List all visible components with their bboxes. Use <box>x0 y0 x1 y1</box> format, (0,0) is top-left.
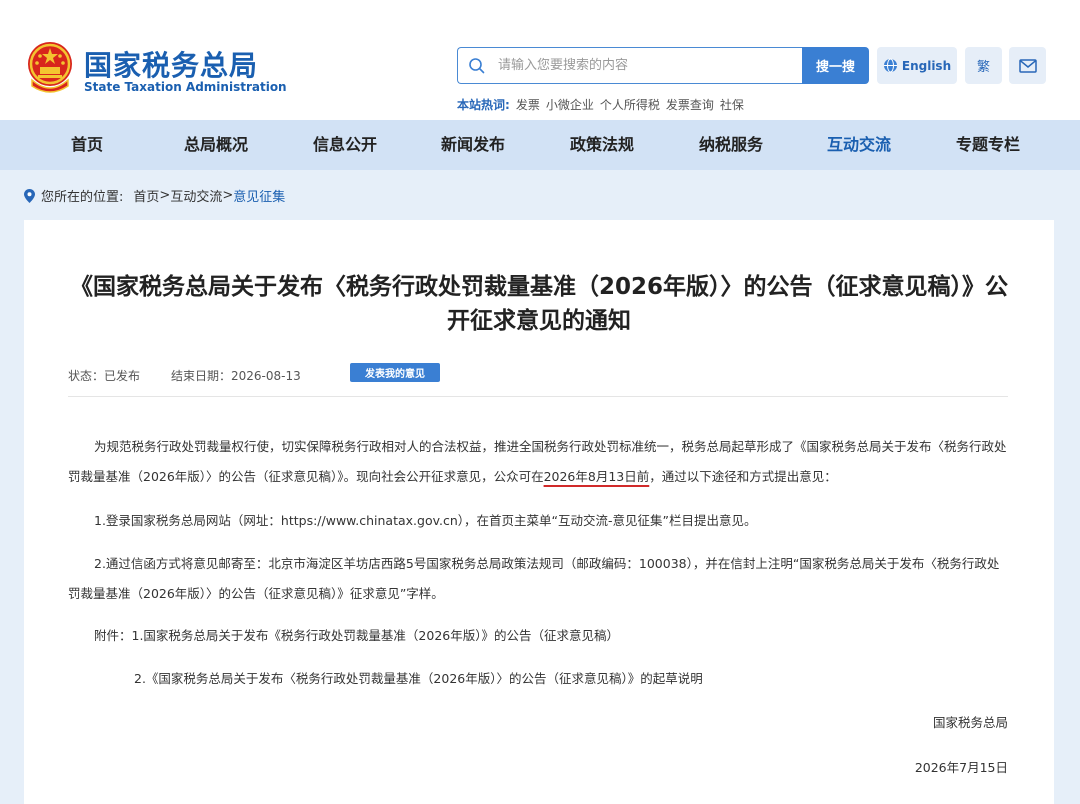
intro-text: 为规范税务行政处罚裁量权行使，切实保障税务行政相对人的合法权益，推进全国税务行政… <box>68 439 1007 484</box>
globe-icon <box>883 58 897 73</box>
national-emblem-icon[interactable] <box>26 40 74 96</box>
hot-word-link[interactable]: 个人所得税 <box>600 96 660 113</box>
hot-words-label: 本站热词: <box>457 98 510 112</box>
breadcrumb-label: 您所在的位置: <box>41 190 124 205</box>
mail-icon <box>1018 58 1037 73</box>
breadcrumb-interaction[interactable]: 互动交流 <box>170 186 222 205</box>
site-header: 国家税务总局 State Taxation Administration 搜一搜… <box>0 0 1080 120</box>
nav-item-news[interactable]: 新闻发布 <box>418 120 528 170</box>
hot-word-link[interactable]: 小微企业 <box>546 96 594 113</box>
search-button[interactable]: 搜一搜 <box>802 47 869 84</box>
search-input[interactable] <box>498 48 802 83</box>
breadcrumb-home[interactable]: 首页 <box>133 186 159 205</box>
traditional-chinese-button[interactable]: 繁 <box>965 47 1002 84</box>
site-name[interactable]: 国家税务总局 <box>84 44 258 84</box>
breadcrumb-separator: > <box>222 188 234 203</box>
search-icon <box>469 57 485 73</box>
end-date-text: 结束日期：2026-08-13 <box>171 369 301 383</box>
nav-item-policy[interactable]: 政策法规 <box>547 120 657 170</box>
method-1-paragraph: 1.登录国家税务总局网站（网址：https://www.chinatax.gov… <box>94 513 757 528</box>
attachment-2[interactable]: 2.《国家税务总局关于发布〈税务行政处罚裁量基准（2026年版）〉的公告（征求意… <box>68 664 1010 694</box>
attachment-1[interactable]: 附件：1.国家税务总局关于发布《税务行政处罚裁量基准（2026年版）》的公告（征… <box>68 621 1010 651</box>
breadcrumb-separator: > <box>159 188 171 203</box>
nav-item-interaction[interactable]: 互动交流 <box>804 120 914 170</box>
method-2-paragraph: 2.通过信函方式将意见邮寄至：北京市海淀区羊坊店西路5号国家税务总局政策法规司（… <box>68 556 1000 601</box>
publish-date: 2026年7月15日 <box>914 760 1008 775</box>
english-button[interactable]: English <box>877 47 957 84</box>
breadcrumb-current[interactable]: 意见征集 <box>233 186 285 205</box>
submit-opinion-button[interactable]: 发表我的意见 <box>350 363 440 382</box>
hot-words: 本站热词: 发票 小微企业 个人所得税 发票查询 社保 <box>457 96 744 113</box>
site-name-english: State Taxation Administration <box>84 80 287 94</box>
search-box <box>457 47 802 84</box>
nav-item-overview[interactable]: 总局概况 <box>161 120 271 170</box>
main-nav: 首页 总局概况 信息公开 新闻发布 政策法规 纳税服务 互动交流 专题专栏 <box>0 120 1080 170</box>
deadline-text: 2026年8月13日前 <box>543 469 650 484</box>
hot-word-link[interactable]: 发票查询 <box>666 96 714 113</box>
divider <box>68 396 1008 397</box>
nav-item-home[interactable]: 首页 <box>32 120 142 170</box>
page-title: 《国家税务总局关于发布〈税务行政处罚裁量基准（2026年版）〉的公告（征求意见稿… <box>69 274 1008 334</box>
intro-paragraph: 为规范税务行政处罚裁量权行使，切实保障税务行政相对人的合法权益，推进全国税务行政… <box>68 432 1010 492</box>
signature: 国家税务总局 <box>932 715 1008 730</box>
english-label: English <box>901 58 952 73</box>
mail-button[interactable] <box>1009 47 1046 84</box>
breadcrumb: 您所在的位置: 首页 > 互动交流 > 意见征集 <box>24 186 285 205</box>
intro-text-end: ，通过以下途径和方式提出意见： <box>649 469 837 484</box>
article-card: 《国家税务总局关于发布〈税务行政处罚裁量基准（2026年版）〉的公告（征求意见稿… <box>24 220 1054 804</box>
location-pin-icon <box>24 188 35 203</box>
nav-item-special-topics[interactable]: 专题专栏 <box>933 120 1043 170</box>
hot-word-link[interactable]: 社保 <box>720 96 744 113</box>
hot-word-link[interactable]: 发票 <box>516 96 540 113</box>
nav-item-info-disclosure[interactable]: 信息公开 <box>290 120 400 170</box>
status-text: 状态：已发布 <box>68 369 141 383</box>
nav-item-tax-service[interactable]: 纳税服务 <box>676 120 786 170</box>
